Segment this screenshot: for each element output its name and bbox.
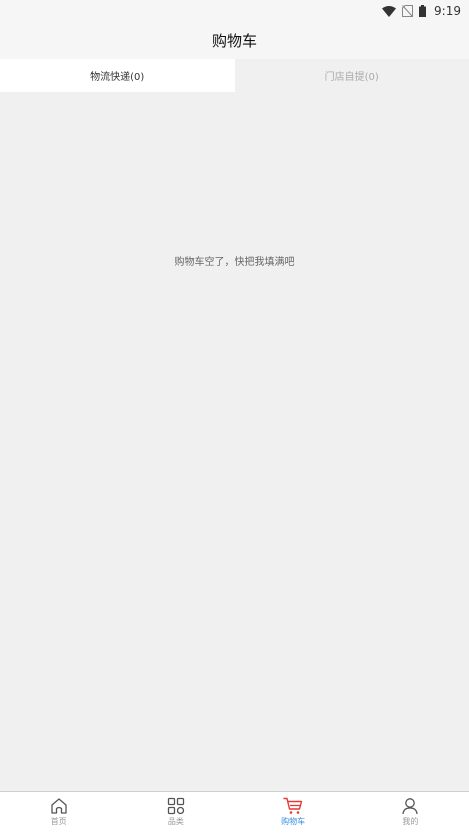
wifi-icon [382, 5, 397, 17]
category-grid-icon [167, 797, 185, 815]
battery-icon [419, 5, 427, 17]
nav-item-profile[interactable]: 我的 [352, 792, 469, 835]
page-title: 购物车 [211, 32, 257, 50]
tab-express-delivery[interactable]: 物流快递(0) [0, 59, 235, 92]
header: 购物车 [0, 22, 469, 59]
nav-label: 我的 [402, 817, 419, 826]
nav-label: 品类 [167, 817, 184, 826]
home-icon [50, 797, 68, 815]
delivery-tabs: 物流快递(0) 门店自提(0) [0, 59, 469, 92]
status-time: 9:19 [434, 4, 461, 18]
tab-store-pickup[interactable]: 门店自提(0) [234, 59, 469, 92]
nav-item-category[interactable]: 品类 [117, 792, 234, 835]
empty-cart-message: 购物车空了，快把我填满吧 [174, 257, 295, 268]
bottom-nav: 首页 品类 购物车 我的 [0, 791, 469, 835]
nav-item-cart[interactable]: 购物车 [235, 792, 352, 835]
no-sim-icon [402, 5, 414, 17]
status-icons: 9:19 [382, 2, 461, 20]
nav-label: 购物车 [281, 817, 306, 826]
user-icon [401, 797, 419, 815]
status-bar: 9:19 [0, 0, 469, 22]
nav-item-home[interactable]: 首页 [0, 792, 117, 835]
nav-label: 首页 [50, 817, 67, 826]
tab-label: 物流快递(0) [90, 72, 145, 83]
tab-label: 门店自提(0) [324, 72, 379, 83]
cart-icon [283, 797, 303, 815]
